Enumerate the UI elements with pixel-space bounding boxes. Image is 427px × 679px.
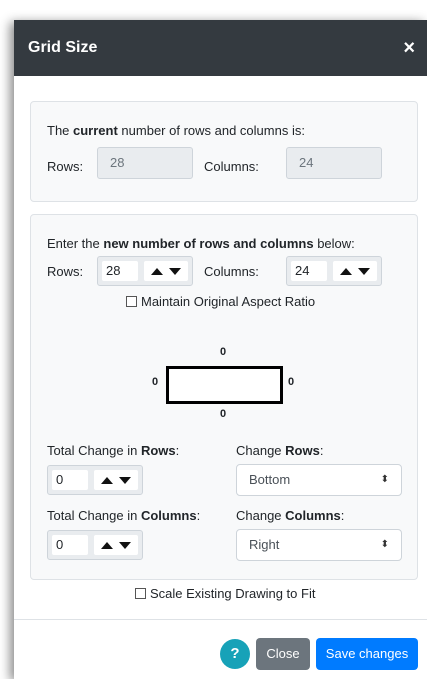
rows-total-prefix: Total Change in bbox=[47, 443, 141, 458]
new-intro-suffix: below: bbox=[313, 236, 355, 251]
current-columns-field: 24 bbox=[286, 147, 382, 179]
dialog-body: The current number of rows and columns i… bbox=[14, 76, 427, 619]
cols-total-arrows[interactable] bbox=[94, 535, 138, 555]
cols-total-input[interactable]: 0 bbox=[52, 535, 88, 555]
arrow-down-icon[interactable] bbox=[119, 476, 131, 484]
cols-total-stepper[interactable]: 0 bbox=[47, 530, 143, 560]
change-rows-suffix: : bbox=[319, 443, 324, 458]
change-rows-bold: Rows bbox=[285, 443, 320, 458]
scale-drawing-label: Scale Existing Drawing to Fit bbox=[150, 586, 316, 601]
new-rows-arrows[interactable] bbox=[144, 261, 188, 281]
new-intro-bold: new number of rows and columns bbox=[103, 236, 314, 251]
save-button[interactable]: Save changes bbox=[316, 638, 418, 670]
current-intro-bold: current bbox=[73, 123, 118, 138]
arrow-up-icon[interactable] bbox=[101, 476, 113, 484]
change-rows-select[interactable]: Bottom ⬍ bbox=[236, 464, 402, 496]
change-cols-prefix: Change bbox=[236, 508, 286, 523]
current-intro-prefix: The bbox=[47, 123, 74, 138]
change-rows-prefix: Change bbox=[236, 443, 286, 458]
new-columns-stepper[interactable]: 24 bbox=[286, 256, 382, 286]
aspect-ratio-checkbox[interactable] bbox=[126, 296, 137, 307]
close-icon[interactable]: × bbox=[403, 38, 415, 58]
arrow-up-icon[interactable] bbox=[101, 541, 113, 549]
new-rows-stepper[interactable]: 28 bbox=[97, 256, 193, 286]
preview-top-count: 0 bbox=[220, 346, 227, 358]
scale-drawing-option[interactable]: Scale Existing Drawing to Fit bbox=[135, 586, 315, 601]
change-columns-select[interactable]: Right ⬍ bbox=[236, 529, 402, 561]
rows-total-bold: Rows bbox=[140, 443, 176, 458]
preview-bottom-count: 0 bbox=[220, 408, 227, 420]
dialog-title: Grid Size bbox=[28, 39, 98, 56]
current-intro-suffix: number of rows and columns is: bbox=[117, 123, 305, 138]
help-button[interactable]: ? bbox=[220, 639, 250, 669]
current-rows-label: Rows: bbox=[47, 159, 84, 174]
current-columns-label: Columns: bbox=[204, 159, 259, 174]
change-rows-selected: Bottom bbox=[249, 472, 291, 487]
preview-left-count: 0 bbox=[152, 376, 159, 388]
arrow-down-icon[interactable] bbox=[169, 267, 181, 275]
select-caret-icon: ⬍ bbox=[380, 474, 389, 485]
current-rows-field: 28 bbox=[97, 147, 193, 179]
preview-right-count: 0 bbox=[288, 376, 295, 388]
new-rows-input[interactable]: 28 bbox=[102, 261, 138, 281]
close-button[interactable]: Close bbox=[256, 638, 310, 670]
cols-total-bold: Columns bbox=[140, 508, 197, 523]
new-rows-label: Rows: bbox=[47, 264, 84, 279]
change-rows-label: Change Rows: bbox=[236, 443, 323, 458]
current-size-panel: The current number of rows and columns i… bbox=[30, 101, 418, 202]
cols-total-change-label: Total Change in Columns: bbox=[47, 508, 200, 523]
aspect-ratio-label: Maintain Original Aspect Ratio bbox=[141, 294, 316, 309]
change-cols-bold: Columns bbox=[285, 508, 341, 523]
arrow-up-icon[interactable] bbox=[340, 267, 352, 275]
cols-total-prefix: Total Change in bbox=[47, 508, 141, 523]
change-columns-label: Change Columns: bbox=[236, 508, 344, 523]
aspect-ratio-option[interactable]: Maintain Original Aspect Ratio bbox=[126, 294, 315, 309]
current-size-intro: The current number of rows and columns i… bbox=[47, 123, 305, 138]
rows-total-suffix: : bbox=[175, 443, 180, 458]
arrow-down-icon[interactable] bbox=[358, 267, 370, 275]
rows-total-change-label: Total Change in Rows: bbox=[47, 443, 179, 458]
new-intro-prefix: Enter the bbox=[47, 236, 104, 251]
cols-total-suffix: : bbox=[196, 508, 201, 523]
new-columns-label: Columns: bbox=[204, 264, 259, 279]
new-size-intro: Enter the new number of rows and columns… bbox=[47, 236, 355, 251]
rows-total-stepper[interactable]: 0 bbox=[47, 465, 143, 495]
new-columns-input[interactable]: 24 bbox=[291, 261, 327, 281]
change-cols-selected: Right bbox=[249, 537, 280, 552]
grid-preview bbox=[166, 366, 283, 404]
rows-total-input[interactable]: 0 bbox=[52, 470, 88, 490]
change-cols-suffix: : bbox=[340, 508, 345, 523]
grid-size-dialog: Grid Size × The current number of rows a… bbox=[14, 20, 427, 679]
dialog-footer: ? Close Save changes bbox=[14, 619, 427, 679]
rows-total-arrows[interactable] bbox=[94, 470, 138, 490]
scale-drawing-checkbox[interactable] bbox=[135, 588, 146, 599]
dialog-header: Grid Size × bbox=[14, 20, 427, 76]
new-columns-arrows[interactable] bbox=[333, 261, 377, 281]
new-size-panel: Enter the new number of rows and columns… bbox=[30, 214, 418, 580]
select-caret-icon: ⬍ bbox=[380, 539, 389, 550]
arrow-up-icon[interactable] bbox=[151, 267, 163, 275]
arrow-down-icon[interactable] bbox=[119, 541, 131, 549]
